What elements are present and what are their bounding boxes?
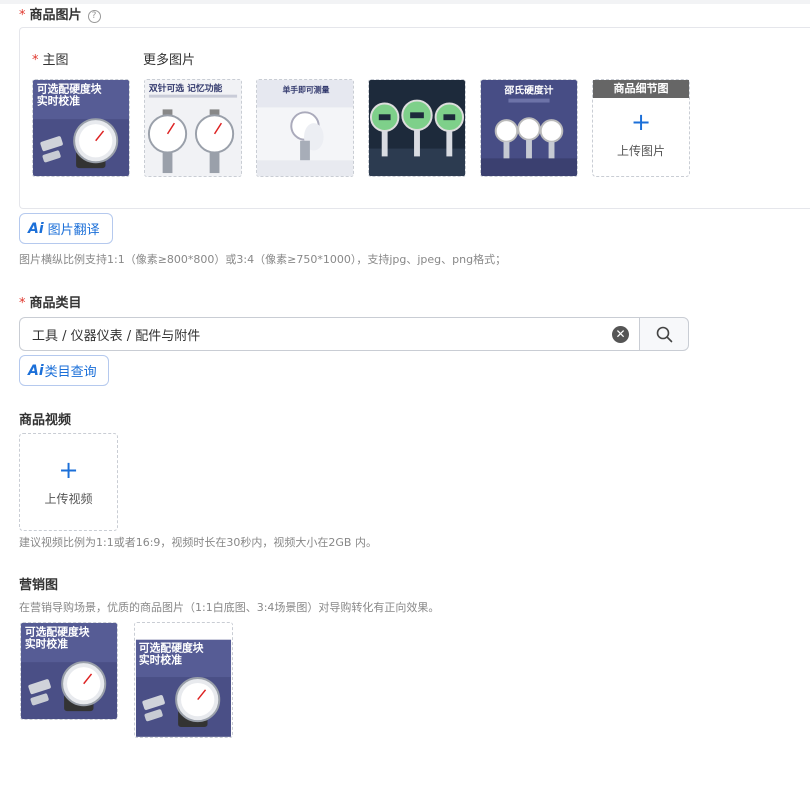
svg-text:单手即可测量: 单手即可测量 [282,85,329,95]
upload-video-label: 上传视频 [44,491,93,506]
more-image-thumb-4[interactable]: 邵氏硬度计 [480,79,578,177]
search-icon [656,326,672,342]
single-hand-image: 单手即可测量 [257,80,353,176]
category-value: 工具 / 仪器仪表 / 配件与附件 [32,328,201,344]
more-image-thumb-2[interactable]: 单手即可测量 [256,79,354,177]
svg-text:实时校准: 实时校准 [139,653,182,666]
more-image-thumb-3[interactable] [368,79,466,177]
svg-text:双针可选 记忆功能: 双针可选 记忆功能 [149,82,223,94]
video-upload[interactable]: + 上传视频 [19,433,118,531]
main-image-thumb[interactable]: 可选配硬度块 实时校准 [32,79,130,177]
dual-needle-image: 双针可选 记忆功能 [145,80,241,176]
upload-image-label: 上传图片 [616,143,665,158]
clear-icon[interactable]: ✕ [612,326,629,343]
svg-text:邵氏硬度计: 邵氏硬度计 [504,84,554,97]
ai-icon: Ai [28,362,44,379]
main-image-label: * 主图 [32,53,69,68]
svg-text:实时校准: 实时校准 [37,94,80,107]
help-icon[interactable]: ? [87,10,101,23]
ai-icon: Ai [28,220,44,237]
plus-icon: + [58,455,79,484]
detail-image-header: 商品细节图 [593,80,689,98]
marketing-section-title: 营销图 [19,578,59,593]
marketing-image-portrait[interactable]: 可选配硬度块 实时校准 [134,622,233,738]
digital-durometers-image [369,80,465,176]
marketing-image-square[interactable]: 可选配硬度块 实时校准 [20,622,118,720]
marketing-hint: 在营销导购场景，优质的商品图片（1:1白底图、3:4场景图）对导购转化有正向效果… [19,601,440,614]
durometer-product-image: 可选配硬度块 实时校准 [135,623,232,737]
detail-image-upload[interactable]: 商品细节图 + 上传图片 [592,79,690,177]
category-search-button[interactable] [639,317,689,351]
shore-durometer-image: 邵氏硬度计 [481,80,577,176]
category-query-button[interactable]: Ai 类目查询 [19,355,109,386]
image-translate-button[interactable]: Ai 图片翻译 [19,213,113,244]
video-hint: 建议视频比例为1:1或者16:9，视频时长在30秒内，视频大小在2GB 内。 [19,536,377,549]
plus-icon: + [630,107,652,136]
durometer-product-image: 可选配硬度块 实时校准 [33,80,129,176]
durometer-product-image: 可选配硬度块 实时校准 [21,623,117,719]
image-format-hint: 图片横纵比例支持1:1（像素≥800*800）或3:4（像素≥750*1000）… [19,253,507,266]
category-section-title: * 商品类目 [19,296,82,311]
more-images-label: 更多图片 [143,53,196,68]
images-section-title: * 商品图片? [19,4,101,23]
video-section-title: 商品视频 [19,413,72,428]
category-input[interactable]: 工具 / 仪器仪表 / 配件与附件 ✕ [19,317,639,351]
top-divider [0,0,810,4]
more-image-thumb-1[interactable]: 双针可选 记忆功能 [144,79,242,177]
svg-text:实时校准: 实时校准 [25,637,68,650]
